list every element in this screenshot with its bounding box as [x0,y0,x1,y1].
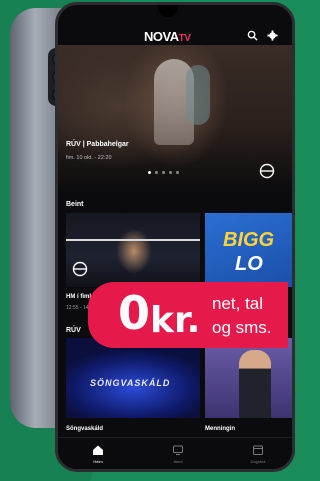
promo-amount: 0 [118,286,150,340]
tile-overlay-text: SÖNGVASKÁLD [90,378,171,388]
nav-item-home[interactable]: Heim [68,444,128,464]
tile-logo-text: LO [235,253,263,275]
carousel-dot[interactable] [169,171,172,174]
nav-item-live[interactable]: Beint [148,444,208,464]
gymnastics-bar [66,239,200,241]
top-icons [247,30,278,41]
play-icon[interactable] [72,261,88,277]
tile-logo-text: BIGG [223,229,275,251]
ruv-tile-songvaskald[interactable]: SÖNGVASKÁLD [66,338,200,418]
promo-currency: kr. [150,300,201,341]
home-icon [93,445,103,455]
bottom-nav: Heim Beint Dagskrá [58,437,292,469]
carousel-dot[interactable] [162,171,165,174]
live-tile-biggest-loser[interactable]: BIGG LO [205,213,292,287]
section-title-ruv: RÚV [66,327,81,334]
app-logo: NOVATV [144,29,191,44]
tile-label: Menningin [205,426,235,432]
play-icon[interactable] [259,163,275,179]
ruv-tile-menningin[interactable] [205,338,292,418]
notch [158,5,178,17]
nav-item-schedule[interactable]: Dagskrá [228,444,288,464]
section-title-live: Beint [66,201,84,208]
nav-label: Heim [93,459,103,464]
live-tile-gymnastics[interactable] [66,213,200,287]
logo-accent: TV [178,33,191,44]
carousel-dot[interactable] [155,171,158,174]
hero-title: RÚV | Pabbahelgar [66,141,129,148]
hero-subtitle: fim. 10 okt. - 22:20 [66,155,112,161]
tv-icon [173,445,183,455]
carousel-dot[interactable] [148,171,151,174]
nav-label: Beint [173,459,183,464]
hero-figure [186,65,210,125]
promo-line-2: og sms. [212,318,272,337]
phone-screen: NOVATV RÚV | Pabbahelgar fim. 10 okt. - … [55,2,295,472]
nav-label: Dagskrá [250,459,266,464]
logo-text: NOVA [144,29,179,44]
promo-line-1: net, tal [212,294,264,313]
gear-icon[interactable] [267,30,278,41]
search-icon[interactable] [247,30,258,41]
calendar-icon [253,445,263,455]
tile-label: Söngvaskáld [66,426,104,432]
carousel-dot[interactable] [176,171,179,174]
top-bar: NOVATV [58,25,292,51]
presenter-figure [239,350,271,418]
carousel-dots [148,171,179,174]
